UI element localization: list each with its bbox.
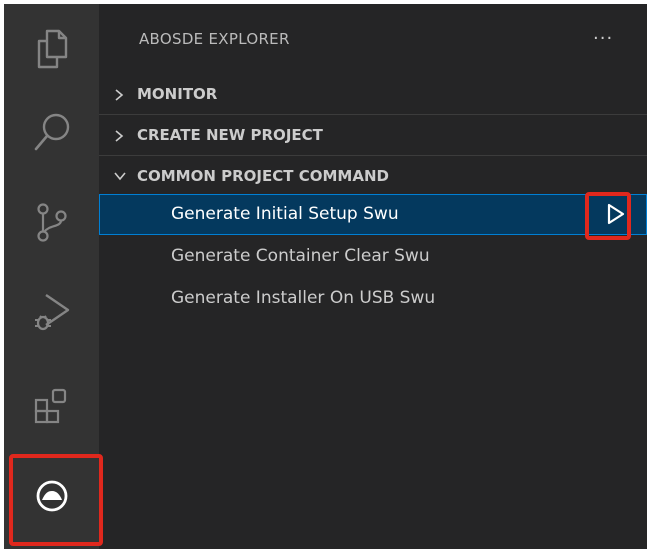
tree-item-label: Generate Container Clear Swu (171, 246, 430, 266)
section-common-project-command[interactable]: COMMON PROJECT COMMAND (99, 155, 647, 197)
activity-source-control[interactable] (4, 182, 99, 262)
tree-item-generate-installer-on-usb-swu[interactable]: Generate Installer On USB Swu (99, 278, 647, 319)
section-label: MONITOR (137, 85, 218, 103)
section-create-new-project[interactable]: CREATE NEW PROJECT (99, 114, 647, 156)
section-label: COMMON PROJECT COMMAND (137, 167, 389, 185)
play-icon (607, 203, 625, 225)
tree-item-label: Generate Installer On USB Swu (171, 288, 436, 308)
activity-bar (4, 4, 99, 549)
chevron-down-icon (114, 172, 126, 181)
chevron-right-icon (115, 130, 124, 142)
sidebar: ABOSDE EXPLORER ··· MONITOR CREATE NEW P… (99, 4, 647, 549)
source-control-icon (36, 203, 67, 242)
run-debug-icon (34, 294, 69, 331)
tree-item-generate-container-clear-swu[interactable]: Generate Container Clear Swu (99, 236, 647, 277)
activity-abosde[interactable] (4, 456, 99, 536)
abosde-icon (36, 480, 67, 512)
tree-item-generate-initial-setup-swu[interactable]: Generate Initial Setup Swu (99, 194, 647, 235)
sidebar-title: ABOSDE EXPLORER (139, 30, 290, 48)
search-icon (34, 113, 69, 151)
tree-item-label: Generate Initial Setup Swu (171, 204, 399, 224)
activity-run-debug[interactable] (4, 272, 99, 352)
vscode-window: ABOSDE EXPLORER ··· MONITOR CREATE NEW P… (4, 4, 647, 549)
section-label: CREATE NEW PROJECT (137, 126, 323, 144)
screenshot-frame: ABOSDE EXPLORER ··· MONITOR CREATE NEW P… (0, 0, 651, 551)
activity-search[interactable] (4, 92, 99, 172)
files-icon (37, 29, 67, 69)
run-command-button[interactable] (600, 198, 632, 230)
sidebar-header: ABOSDE EXPLORER ··· (99, 4, 647, 74)
section-monitor[interactable]: MONITOR (99, 74, 647, 116)
extensions-icon (34, 388, 66, 424)
activity-extensions[interactable] (4, 366, 99, 446)
chevron-right-icon (115, 89, 124, 101)
activity-explorer[interactable] (4, 9, 99, 89)
more-actions-button[interactable]: ··· (593, 28, 613, 49)
